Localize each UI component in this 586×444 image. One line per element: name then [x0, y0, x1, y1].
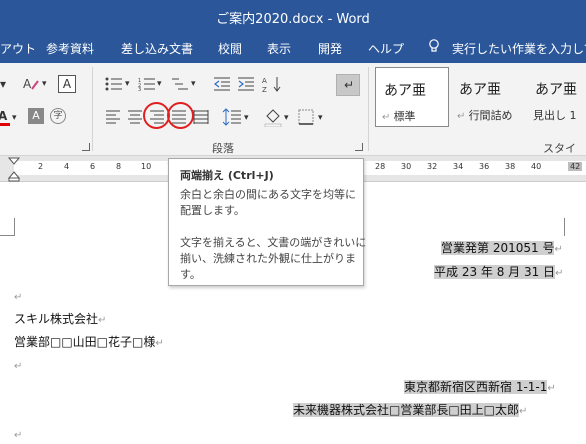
clear-formatting-icon[interactable]: A: [22, 76, 40, 92]
chevron-down-icon[interactable]: ▾: [12, 111, 17, 125]
chevron-down-icon[interactable]: ▾: [244, 111, 249, 125]
borders-icon[interactable]: [298, 109, 314, 125]
line-spacing-icon[interactable]: [222, 108, 242, 126]
lightbulb-icon: [429, 39, 439, 52]
style-normal[interactable]: あア亜 ↵ 標準: [375, 67, 449, 127]
ruler-number: 2: [38, 162, 44, 171]
margin-corner-mark: [564, 218, 565, 236]
character-shading-icon[interactable]: A: [28, 108, 44, 124]
chevron-down-icon[interactable]: ▾: [0, 77, 6, 91]
style-no-spacing[interactable]: あア亜 ↵ 行間詰め: [451, 67, 525, 127]
ruler-number: 38: [505, 162, 516, 171]
paragraph-mark-icon: ↵: [344, 78, 355, 92]
font-color-icon[interactable]: A: [0, 109, 7, 123]
doc-line-recipient-person: 営業部□□山田□花子□様↵: [14, 335, 164, 349]
margin-corner-mark: [14, 218, 15, 236]
group-divider: [92, 67, 93, 151]
doc-line-empty: ↵: [14, 292, 23, 303]
ruler-number: 36: [479, 162, 490, 171]
ruler-number: 34: [453, 162, 464, 171]
doc-line-sender-person: 未来機器株式会社□営業部長□田上□太郎↵: [293, 403, 528, 417]
tab-developer[interactable]: 開発: [318, 40, 342, 57]
svg-text:3: 3: [138, 87, 141, 91]
sort-icon[interactable]: A Z: [262, 75, 284, 93]
word-window: { "window": { "title": "ご案内2020.docx - W…: [0, 0, 586, 444]
margin-corner-mark: [0, 235, 15, 236]
chevron-down-icon[interactable]: ▾: [42, 77, 47, 91]
window-title: ご案内2020.docx - Word: [216, 12, 370, 27]
ruler-number: 30: [401, 162, 412, 171]
svg-text:Z: Z: [262, 86, 267, 93]
numbering-icon[interactable]: 1 2 3: [138, 77, 156, 91]
ribbon: ▾ A ▾ A A ▾ A 字 ▾ 1 2 3 ▾ ▾ A Z ↵ ▾ ▾ ▾ …: [0, 63, 586, 171]
font-dialog-launcher[interactable]: [82, 143, 90, 151]
chevron-down-icon[interactable]: ▾: [284, 111, 289, 125]
styles-gallery: あア亜 ↵ 標準 あア亜 ↵ 行間詰め あア亜 見出し 1: [375, 67, 586, 131]
indent-marker-icon[interactable]: [8, 156, 20, 182]
tooltip-title: 両端揃え (Ctrl+J): [180, 169, 274, 182]
doc-line-empty: ↵: [14, 361, 23, 372]
chevron-down-icon[interactable]: ▾: [318, 111, 323, 125]
style-heading-1[interactable]: あア亜 見出し 1: [527, 67, 586, 127]
bullets-icon[interactable]: [105, 77, 123, 91]
enclose-character-icon[interactable]: 字: [50, 108, 66, 124]
tab-review[interactable]: 校閲: [218, 40, 242, 57]
tooltip-text-line: す。: [180, 268, 201, 281]
doc-line-empty: ↵: [14, 430, 23, 441]
align-center-icon[interactable]: [127, 110, 143, 124]
highlight-circle-align-right: [143, 102, 170, 129]
highlight-circle-justify: [167, 102, 194, 129]
ruler-number: 6: [90, 162, 96, 171]
tab-mailings[interactable]: 差し込み文書: [121, 40, 193, 57]
style-sample: あア亜: [535, 82, 577, 98]
style-sample: あア亜: [384, 83, 426, 99]
chevron-down-icon[interactable]: ▾: [125, 77, 130, 91]
paragraph-group-label: 段落: [212, 142, 234, 155]
align-left-icon[interactable]: [105, 110, 121, 124]
doc-line-date: 平成 23 年 8 月 31 日↵: [434, 265, 564, 279]
increase-indent-icon[interactable]: [237, 77, 255, 91]
doc-line-ref-number: 営業発第 201051 号↵: [441, 241, 563, 255]
tab-layout[interactable]: アウト: [0, 40, 36, 57]
paragraph-dialog-launcher[interactable]: [355, 143, 363, 151]
svg-text:A: A: [262, 77, 267, 85]
tooltip-text-line: 揃い、洗練された外観に仕上がりま: [180, 252, 356, 265]
chevron-down-icon[interactable]: ▾: [157, 77, 162, 91]
ruler-number: 32: [427, 162, 438, 171]
ruler-number: 8: [116, 162, 122, 171]
shading-icon[interactable]: [264, 107, 282, 127]
ruler-number: 10: [141, 162, 152, 171]
chevron-down-icon[interactable]: ▾: [191, 77, 196, 91]
ruler-number: 28: [375, 162, 386, 171]
justify-tooltip: 両端揃え (Ctrl+J) 余白と余白の間にある文字を均等に 配置します。 文字…: [168, 158, 367, 286]
style-name: ↵ 行間詰め: [457, 109, 513, 122]
tab-help[interactable]: ヘルプ: [368, 40, 404, 57]
style-name: ↵ 標準: [382, 110, 416, 123]
tab-references[interactable]: 参考資料: [46, 40, 94, 57]
doc-line-sender-address: 東京都新宿区西新宿 1-1-1↵: [404, 380, 556, 394]
doc-line-recipient-company: スキル株式会社↵: [14, 312, 107, 326]
font-color-swatch: [0, 123, 10, 126]
group-divider: [368, 67, 369, 151]
style-name: 見出し 1: [533, 109, 577, 122]
show-hide-marks-button[interactable]: ↵: [336, 74, 360, 96]
tooltip-text-line: 文字を揃えると、文書の端がきれいに: [180, 236, 367, 249]
ruler-number: 42: [568, 162, 583, 171]
title-bar: ご案内2020.docx - Word: [0, 0, 586, 32]
svg-text:A: A: [23, 77, 32, 91]
character-border-icon[interactable]: A: [58, 75, 76, 93]
tab-view[interactable]: 表示: [267, 40, 291, 57]
ruler-number: 40: [531, 162, 542, 171]
distributed-icon[interactable]: [193, 109, 209, 125]
ribbon-tabs: アウト 参考資料 差し込み文書 校閲 表示 開発 ヘルプ 実行したい作業を入力し…: [0, 32, 586, 63]
tooltip-text-line: 余白と余白の間にある文字を均等に: [180, 188, 356, 201]
ruler-number: 4: [64, 162, 70, 171]
style-sample: あア亜: [459, 82, 501, 98]
tooltip-text-line: 配置します。: [180, 204, 245, 217]
tell-me-search[interactable]: 実行したい作業を入力してく: [452, 40, 586, 57]
multilevel-list-icon[interactable]: [171, 77, 189, 91]
decrease-indent-icon[interactable]: [213, 77, 231, 91]
